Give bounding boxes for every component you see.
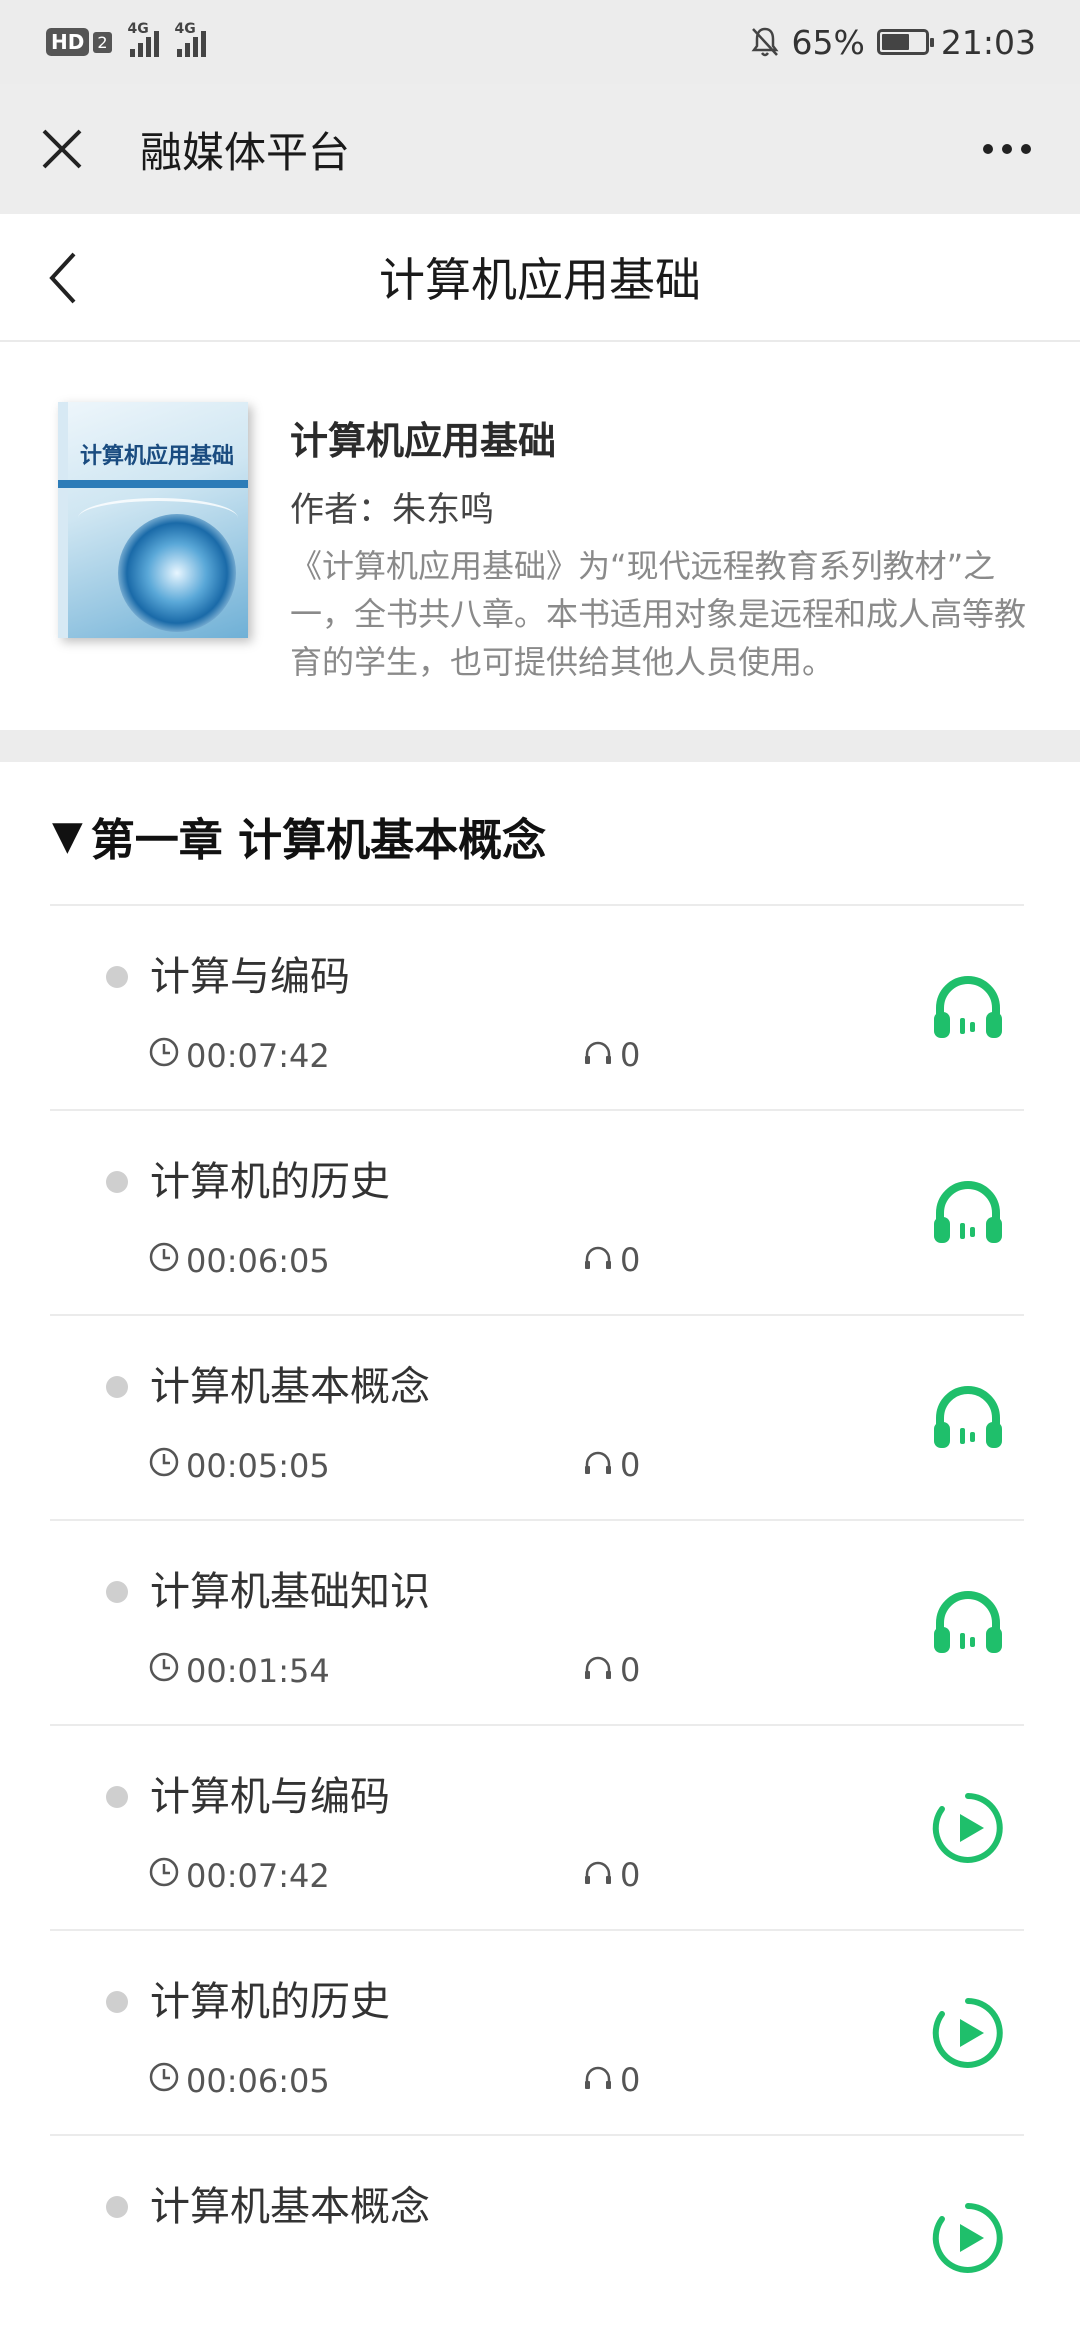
page-title: 计算机应用基础	[379, 253, 701, 307]
book-cover-title: 计算机应用基础	[80, 443, 235, 469]
lesson-play-count: 0	[582, 1856, 640, 1894]
lesson-item[interactable]: 计算与编码 00:07:42 0	[50, 904, 1024, 1109]
play-count-text: 0	[620, 1446, 641, 1484]
app-title: 融媒体平台	[140, 127, 351, 177]
lesson-play-count: 0	[582, 1651, 640, 1689]
listens-icon	[582, 1446, 614, 1484]
lesson-title: 计算机的历史	[150, 1159, 390, 1205]
play-count-text: 0	[620, 1036, 641, 1074]
lesson-title: 计算机的历史	[150, 1979, 390, 2025]
lesson-play-count: 0	[582, 1241, 640, 1279]
app-bar: 融媒体平台	[0, 84, 1080, 214]
play-count-text: 0	[620, 1651, 641, 1689]
close-icon[interactable]	[32, 127, 92, 171]
lesson-title: 计算与编码	[150, 954, 350, 1000]
duration-text: 00:07:42	[186, 1857, 330, 1895]
play-circle-icon[interactable]	[930, 1995, 1006, 2071]
lesson-item[interactable]: 计算机基础知识 00:01:54 0	[50, 1519, 1024, 1724]
play-circle-icon[interactable]	[930, 1790, 1006, 1866]
book-cover-image: 计算机应用基础	[58, 402, 248, 638]
book-title: 计算机应用基础	[290, 419, 557, 463]
play-count-text: 0	[620, 2061, 641, 2099]
lesson-play-count: 0	[582, 2061, 640, 2099]
more-icon[interactable]	[982, 143, 1032, 155]
clock-icon	[148, 1036, 180, 1076]
lesson-title: 计算机基本概念	[150, 2184, 430, 2230]
page-header: 计算机应用基础	[0, 214, 1080, 342]
headphones-icon[interactable]	[930, 1175, 1006, 1251]
signal-icon: 4G	[128, 21, 159, 57]
collapse-triangle-icon: ▼	[52, 813, 83, 859]
lesson-title: 计算机基础知识	[150, 1569, 430, 1615]
clock-icon	[148, 1651, 180, 1691]
clock-icon	[148, 1241, 180, 1281]
clock-icon	[148, 1446, 180, 1486]
lesson-title: 计算机与编码	[150, 1774, 390, 1820]
book-card: 计算机应用基础 计算机应用基础 作者：朱东鸣 《计算机应用基础》为“现代远程教育…	[0, 342, 1080, 730]
chapter-section: ▼ 第一章 计算机基本概念 计算与编码 00:07:42 0 计算机的历史 00:06:…	[0, 762, 1080, 2273]
hd-sub-badge: 2	[93, 31, 112, 53]
signal-icon: 4G	[175, 21, 206, 57]
lesson-item[interactable]: 计算机基本概念	[50, 2134, 1024, 2339]
bullet-dot	[106, 2196, 128, 2218]
bullet-dot	[106, 1991, 128, 2013]
lesson-duration: 00:05:05	[148, 1446, 330, 1486]
lesson-duration: 00:01:54	[148, 1651, 330, 1691]
lesson-item[interactable]: 计算机的历史 00:06:05 0	[50, 1109, 1024, 1314]
bullet-dot	[106, 1376, 128, 1398]
lesson-title: 计算机基本概念	[150, 1364, 430, 1410]
battery-icon	[876, 29, 934, 55]
lesson-play-count: 0	[582, 1036, 640, 1074]
bullet-dot	[106, 1786, 128, 1808]
section-divider	[0, 730, 1080, 762]
duration-text: 00:07:42	[186, 1037, 330, 1075]
listens-icon	[582, 1036, 614, 1074]
status-left: HD 2 4G 4G	[46, 21, 206, 57]
clock-icon	[148, 2061, 180, 2101]
lesson-duration: 00:06:05	[148, 1241, 330, 1281]
play-circle-icon[interactable]	[930, 2200, 1006, 2276]
book-author: 作者：朱东鸣	[290, 490, 494, 530]
lesson-duration: 00:07:42	[148, 1856, 330, 1896]
clock: 21:03	[940, 22, 1036, 62]
lesson-item[interactable]: 计算机与编码 00:07:42 0	[50, 1724, 1024, 1929]
duration-text: 00:06:05	[186, 1242, 330, 1280]
bell-off-icon	[751, 27, 779, 57]
book-description: 《计算机应用基础》为“现代远程教育系列教材”之一，全书共八章。本书适用对象是远程…	[290, 547, 1027, 681]
lesson-duration: 00:06:05	[148, 2061, 330, 2101]
bullet-dot	[106, 966, 128, 988]
bullet-dot	[106, 1171, 128, 1193]
hd-badge: HD	[46, 28, 90, 56]
lesson-list: 计算与编码 00:07:42 0 计算机的历史 00:06:05 0 计算机基本概念 00:0…	[50, 904, 1024, 2339]
play-count-text: 0	[620, 1241, 641, 1279]
clock-icon	[148, 1856, 180, 1896]
duration-text: 00:06:05	[186, 2062, 330, 2100]
duration-text: 00:01:54	[186, 1652, 330, 1690]
lesson-item[interactable]: 计算机基本概念 00:05:05 0	[50, 1314, 1024, 1519]
chapter-title: 第一章 计算机基本概念	[90, 815, 547, 866]
listens-icon	[582, 1241, 614, 1279]
battery-percent: 65%	[791, 22, 865, 62]
lesson-play-count: 0	[582, 1446, 640, 1484]
back-arrow-icon[interactable]	[40, 248, 90, 308]
status-bar: HD 2 4G 4G 65% 21:03	[0, 0, 1080, 84]
listens-icon	[582, 2061, 614, 2099]
bullet-dot	[106, 1581, 128, 1603]
lesson-duration: 00:07:42	[148, 1036, 330, 1076]
headphones-icon[interactable]	[930, 970, 1006, 1046]
listens-icon	[582, 1856, 614, 1894]
headphones-icon[interactable]	[930, 1585, 1006, 1661]
duration-text: 00:05:05	[186, 1447, 330, 1485]
lesson-item[interactable]: 计算机的历史 00:06:05 0	[50, 1929, 1024, 2134]
chapter-header[interactable]: ▼ 第一章 计算机基本概念	[52, 804, 546, 868]
status-right: 65% 21:03	[750, 23, 1036, 62]
play-count-text: 0	[620, 1856, 641, 1894]
listens-icon	[582, 1651, 614, 1689]
headphones-icon[interactable]	[930, 1380, 1006, 1456]
